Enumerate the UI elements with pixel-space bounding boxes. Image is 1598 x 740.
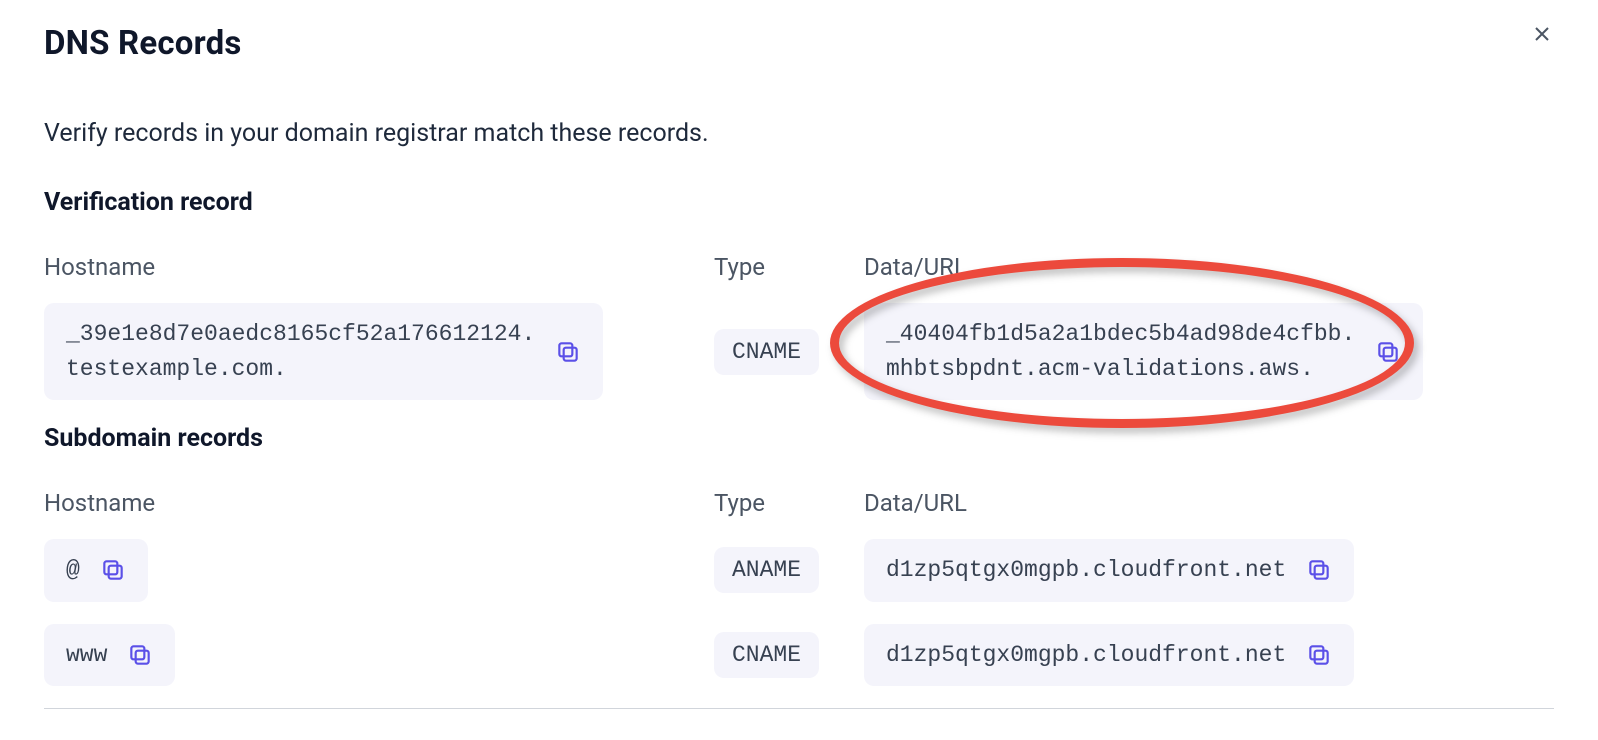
verification-row: _39e1e8d7e0aedc8165cf52a176612124.testex… [44, 303, 1554, 400]
subdomain-section: Subdomain records Hostname Type Data/URL… [44, 424, 1554, 709]
subdomain-row: www CNAME d1zp5qtgx0mgpb.cloudfront.net [44, 624, 1554, 687]
subdomain-table-header: Hostname Type Data/URL [44, 489, 1554, 517]
verification-section: Verification record Hostname Type Data/U… [44, 188, 1554, 400]
copy-icon [1375, 339, 1401, 365]
copy-icon [127, 642, 153, 668]
subdomain-hostname-cell: www [44, 624, 175, 687]
copy-icon [1306, 642, 1332, 668]
subdomain-data-value: d1zp5qtgx0mgpb.cloudfront.net [886, 553, 1286, 588]
copy-icon [100, 557, 126, 583]
subdomain-row: @ ANAME d1zp5qtgx0mgpb.cloudfront.net [44, 539, 1554, 602]
header-type: Type [714, 489, 864, 517]
copy-data-button[interactable] [1306, 642, 1332, 668]
close-button[interactable] [1530, 22, 1554, 46]
copy-hostname-button[interactable] [127, 642, 153, 668]
header-data: Data/URL [864, 253, 1554, 281]
dialog-description: Verify records in your domain registrar … [44, 119, 1554, 148]
subdomain-type-value: ANAME [714, 547, 819, 593]
dialog-title: DNS Records [44, 24, 1554, 63]
close-icon [1530, 22, 1554, 46]
verification-data-value: _40404fb1d5a2a1bdec5b4ad98de4cfbb.mhbtsb… [886, 317, 1355, 386]
divider [44, 708, 1554, 709]
verification-hostname-value: _39e1e8d7e0aedc8165cf52a176612124.testex… [66, 317, 535, 386]
subdomain-hostname-value: www [66, 638, 107, 673]
subdomain-data-value: d1zp5qtgx0mgpb.cloudfront.net [886, 638, 1286, 673]
copy-icon [1306, 557, 1332, 583]
verification-data-cell: _40404fb1d5a2a1bdec5b4ad98de4cfbb.mhbtsb… [864, 303, 1423, 400]
copy-hostname-button[interactable] [555, 339, 581, 365]
header-hostname: Hostname [44, 489, 714, 517]
copy-data-button[interactable] [1306, 557, 1332, 583]
subdomain-data-cell: d1zp5qtgx0mgpb.cloudfront.net [864, 539, 1354, 602]
verification-section-title: Verification record [44, 188, 1554, 217]
copy-icon [555, 339, 581, 365]
subdomain-section-title: Subdomain records [44, 424, 1554, 453]
subdomain-hostname-cell: @ [44, 539, 148, 602]
verification-hostname-cell: _39e1e8d7e0aedc8165cf52a176612124.testex… [44, 303, 603, 400]
verification-table-header: Hostname Type Data/URL [44, 253, 1554, 281]
copy-data-button[interactable] [1375, 339, 1401, 365]
header-hostname: Hostname [44, 253, 714, 281]
subdomain-type-value: CNAME [714, 632, 819, 678]
verification-type-value: CNAME [714, 329, 819, 375]
subdomain-hostname-value: @ [66, 553, 80, 588]
header-data: Data/URL [864, 489, 1554, 517]
header-type: Type [714, 253, 864, 281]
copy-hostname-button[interactable] [100, 557, 126, 583]
subdomain-data-cell: d1zp5qtgx0mgpb.cloudfront.net [864, 624, 1354, 687]
